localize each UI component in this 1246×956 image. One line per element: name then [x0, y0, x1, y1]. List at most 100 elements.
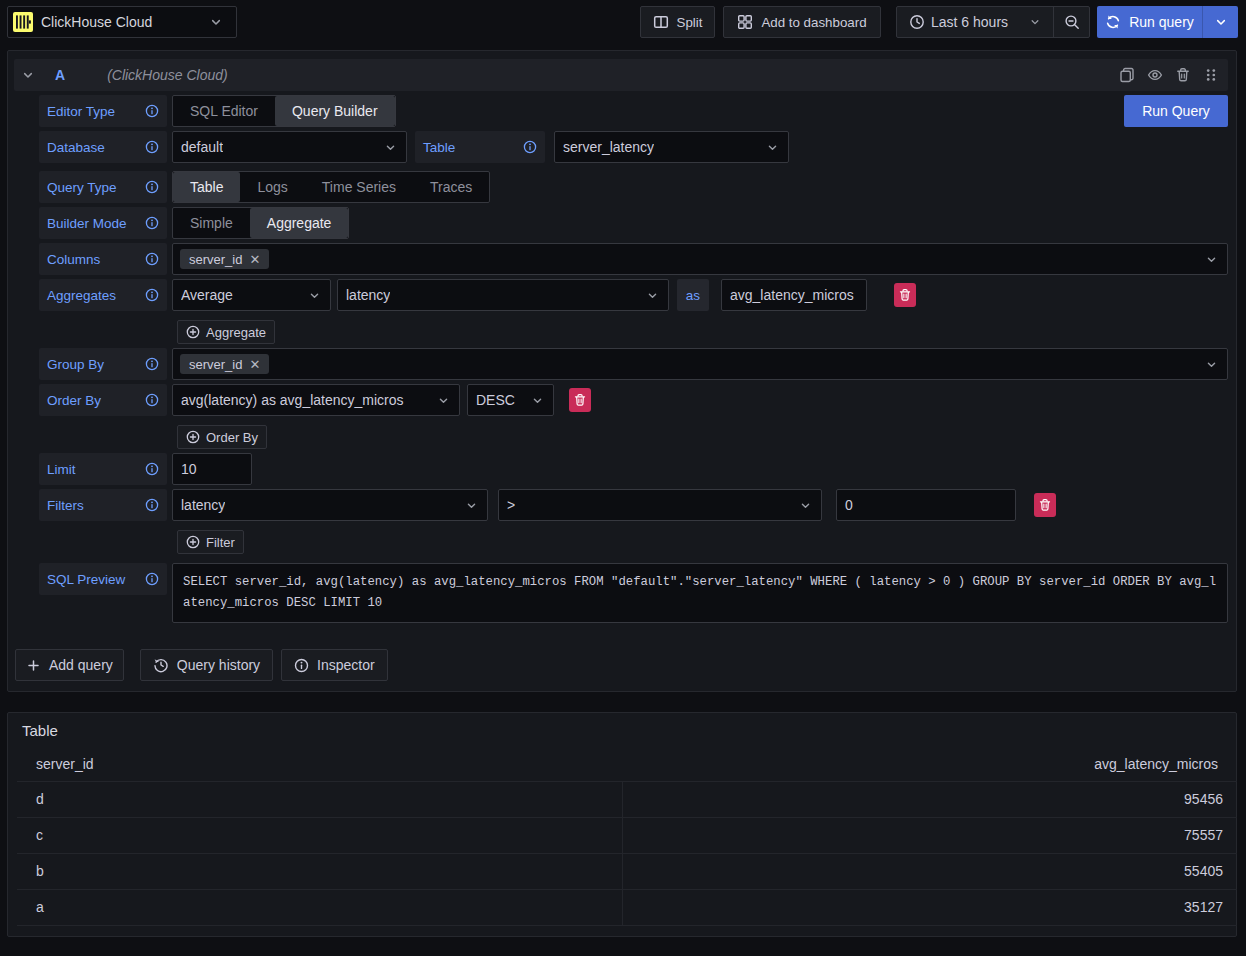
column-header-server-id[interactable]: server_id	[17, 747, 622, 781]
filter-value-input[interactable]: 0	[836, 489, 1016, 521]
order-by-label: Order By	[39, 384, 167, 416]
remove-tag-icon[interactable]: ✕	[249, 357, 260, 372]
info-circle-icon[interactable]	[523, 140, 537, 154]
cell-server-id[interactable]: d	[17, 781, 622, 817]
column-header-avg-latency[interactable]: avg_latency_micros	[622, 747, 1237, 781]
radio-option-traces[interactable]: Traces	[413, 172, 489, 202]
split-label: Split	[677, 15, 703, 30]
zoom-out-time-button[interactable]	[1053, 7, 1089, 37]
time-picker-group: Last 6 hours	[896, 6, 1090, 38]
add-order-by-row: Order By	[177, 425, 1228, 449]
builder-mode-radio-group: Simple Aggregate	[172, 207, 349, 239]
sql-line: SELECT server_id, avg(latency) as avg_la…	[183, 572, 1217, 593]
disable-query-icon[interactable]	[1147, 67, 1163, 83]
info-circle-icon[interactable]	[145, 393, 159, 407]
table-row: d 95456	[17, 781, 1237, 817]
remove-order-by-button[interactable]	[569, 388, 591, 412]
run-query-button[interactable]: Run query	[1097, 6, 1202, 38]
info-circle-icon[interactable]	[145, 216, 159, 230]
chevron-down-icon	[1214, 15, 1228, 29]
query-type-radio-group: Table Logs Time Series Traces	[172, 171, 490, 203]
add-order-by-button[interactable]: Order By	[177, 425, 267, 449]
cell-server-id[interactable]: c	[17, 817, 622, 853]
table-select[interactable]: server_latency	[554, 131, 789, 163]
remove-query-icon[interactable]	[1175, 67, 1191, 83]
cell-avg-latency[interactable]: 95456	[622, 781, 1237, 817]
add-to-dashboard-button[interactable]: Add to dashboard	[723, 6, 881, 38]
builder-mode-label: Builder Mode	[39, 207, 167, 239]
info-circle-icon[interactable]	[145, 180, 159, 194]
inspector-button[interactable]: Inspector	[281, 649, 388, 681]
chevron-down-icon	[384, 141, 397, 154]
columns-label: Columns	[39, 243, 167, 275]
group-by-multiselect[interactable]: server_id ✕	[172, 348, 1228, 380]
split-button[interactable]: Split	[640, 6, 715, 38]
run-query-interval-dropdown[interactable]	[1202, 6, 1238, 38]
cell-server-id[interactable]: a	[17, 889, 622, 925]
radio-option-query-builder[interactable]: Query Builder	[275, 96, 395, 126]
add-to-dashboard-label: Add to dashboard	[761, 15, 866, 30]
order-direction-select[interactable]: DESC	[467, 384, 554, 416]
info-circle-icon[interactable]	[145, 357, 159, 371]
aggregate-function-select[interactable]: Average	[172, 279, 331, 311]
info-circle-icon[interactable]	[145, 572, 159, 586]
run-query-split-button: Run query	[1097, 6, 1238, 38]
selected-group-by-tag[interactable]: server_id ✕	[180, 354, 269, 374]
results-table: server_id avg_latency_micros d 95456 c 7…	[17, 747, 1237, 926]
cell-avg-latency[interactable]: 35127	[622, 889, 1237, 925]
radio-option-time-series[interactable]: Time Series	[305, 172, 413, 202]
radio-option-sql-editor[interactable]: SQL Editor	[173, 96, 275, 126]
editor-type-label: Editor Type	[39, 95, 167, 127]
duplicate-query-icon[interactable]	[1119, 67, 1135, 83]
editor-type-radio-group: SQL Editor Query Builder	[172, 95, 396, 127]
cell-avg-latency[interactable]: 55405	[622, 853, 1237, 889]
chevron-down-icon	[209, 15, 223, 29]
database-select[interactable]: default	[172, 131, 407, 163]
drag-handle-icon[interactable]	[1203, 67, 1219, 83]
datasource-picker[interactable]: ClickHouse Cloud	[7, 6, 237, 38]
aggregate-column-select[interactable]: latency	[337, 279, 669, 311]
time-range-button[interactable]: Last 6 hours	[897, 7, 1053, 37]
sql-line: atency_micros DESC LIMIT 10	[183, 593, 1217, 614]
group-by-label: Group By	[39, 348, 167, 380]
radio-option-logs[interactable]: Logs	[240, 172, 304, 202]
info-circle-icon[interactable]	[145, 288, 159, 302]
info-circle-icon[interactable]	[145, 252, 159, 266]
plus-circle-icon	[186, 325, 200, 339]
info-circle-icon[interactable]	[145, 104, 159, 118]
radio-option-simple[interactable]: Simple	[173, 208, 250, 238]
cell-server-id[interactable]: b	[17, 853, 622, 889]
chevron-down-icon	[1205, 358, 1218, 371]
remove-filter-button[interactable]	[1034, 493, 1056, 517]
query-history-button[interactable]: Query history	[140, 649, 273, 681]
add-aggregate-button[interactable]: Aggregate	[177, 320, 275, 344]
info-circle-icon[interactable]	[145, 498, 159, 512]
add-query-button[interactable]: Add query	[15, 649, 124, 681]
aggregate-alias-input[interactable]: avg_latency_micros	[721, 279, 867, 311]
limit-input[interactable]: 10	[172, 453, 252, 485]
filter-column-select[interactable]: latency	[172, 489, 488, 521]
columns-multiselect[interactable]: server_id ✕	[172, 243, 1228, 275]
order-by-field-select[interactable]: avg(latency) as avg_latency_micros	[172, 384, 460, 416]
selected-column-tag[interactable]: server_id ✕	[180, 249, 269, 269]
table-label: Table	[415, 131, 545, 163]
remove-aggregate-button[interactable]	[894, 283, 916, 307]
remove-tag-icon[interactable]: ✕	[249, 252, 260, 267]
query-ref-id[interactable]: A	[55, 67, 65, 83]
add-aggregate-row: Aggregate	[177, 320, 1228, 344]
table-row: a 35127	[17, 889, 1237, 925]
editor-run-query-button[interactable]: Run Query	[1124, 95, 1228, 127]
radio-option-table[interactable]: Table	[173, 172, 240, 202]
chevron-down-icon	[1205, 253, 1218, 266]
group-by-row: Group By server_id ✕	[39, 348, 1228, 380]
cell-avg-latency[interactable]: 75557	[622, 817, 1237, 853]
sql-preview-label: SQL Preview	[39, 563, 167, 595]
plus-circle-icon	[186, 535, 200, 549]
add-filter-button[interactable]: Filter	[177, 530, 244, 554]
info-circle-icon[interactable]	[145, 140, 159, 154]
info-circle-icon[interactable]	[145, 462, 159, 476]
filter-operator-select[interactable]: >	[498, 489, 822, 521]
history-icon	[153, 657, 169, 673]
radio-option-aggregate[interactable]: Aggregate	[250, 208, 349, 238]
collapse-query-icon[interactable]	[18, 68, 38, 82]
